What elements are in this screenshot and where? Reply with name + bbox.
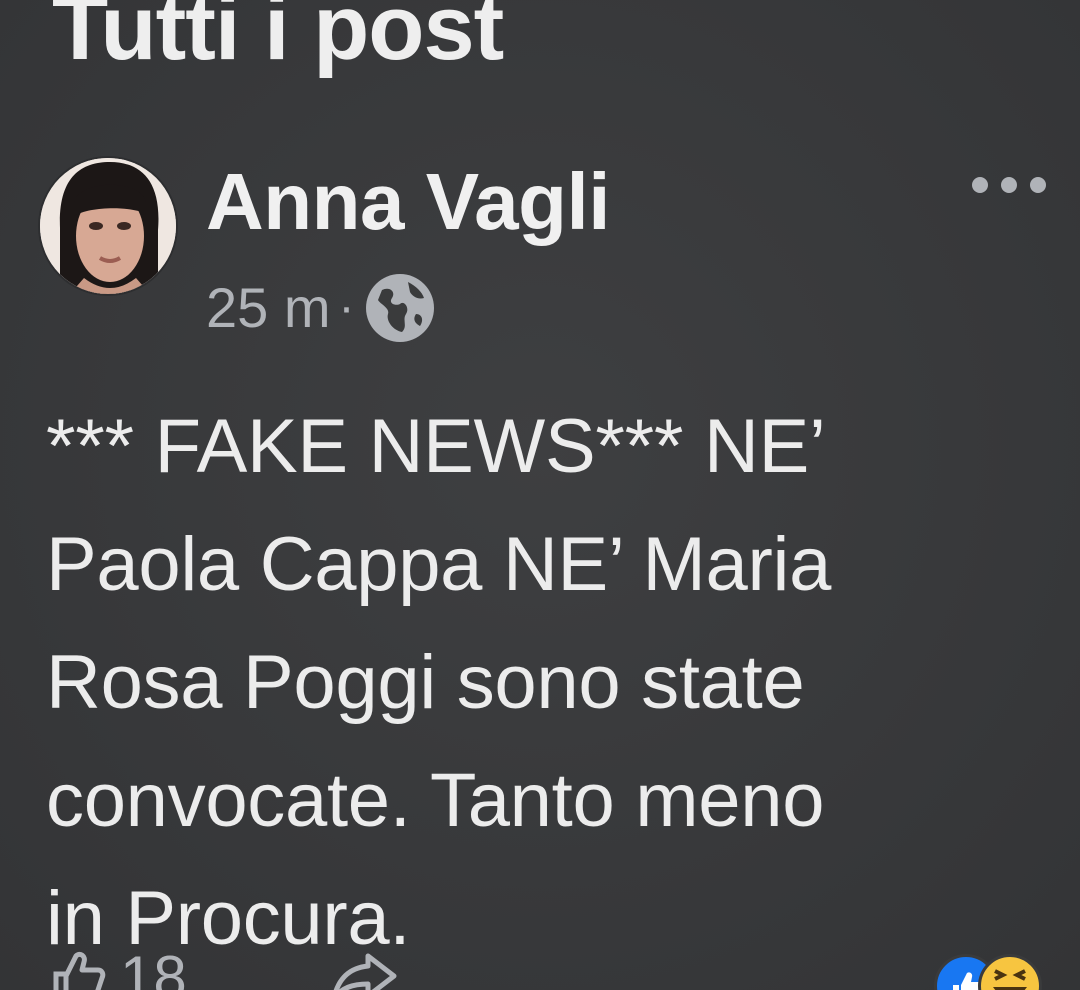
post-header: Anna Vagli 25 m · <box>40 158 1050 358</box>
haha-reaction-icon <box>978 954 1042 990</box>
post-text: *** FAKE NEWS*** NE’ Paola Cappa NE’ Mar… <box>46 404 832 961</box>
meta-separator: · <box>338 281 355 334</box>
author-name[interactable]: Anna Vagli <box>206 162 610 242</box>
more-dot-icon <box>972 177 988 193</box>
like-button[interactable]: 18 <box>50 948 187 990</box>
avatar-image <box>40 158 176 294</box>
post-meta: 25 m · <box>206 270 438 346</box>
section-title: Tutti i post <box>52 0 504 79</box>
more-dot-icon <box>1030 177 1046 193</box>
share-icon <box>333 953 397 990</box>
more-dot-icon <box>1001 177 1017 193</box>
more-options-button[interactable] <box>972 168 1046 202</box>
reactions-bar: 18 <box>40 940 1050 990</box>
globe-icon <box>362 270 438 346</box>
author-avatar[interactable] <box>40 158 176 294</box>
post-time[interactable]: 25 m <box>206 280 331 336</box>
likes-count: 18 <box>120 944 187 990</box>
thumbs-up-icon <box>53 951 106 990</box>
reaction-summary[interactable] <box>934 954 1044 990</box>
share-button[interactable] <box>330 952 400 990</box>
